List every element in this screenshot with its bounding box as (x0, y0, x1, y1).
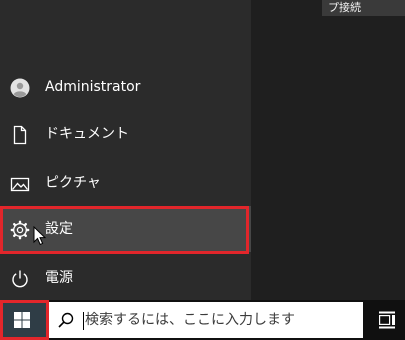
search-icon (58, 312, 74, 328)
start-menu: Administrator ドキュメント ピクチャ 設定 電源 (0, 0, 251, 300)
pictures-icon (10, 174, 30, 194)
menu-item-label: ドキュメント (45, 126, 129, 142)
menu-item-label: ピクチャ (45, 175, 101, 191)
text-caret (83, 312, 84, 330)
start-menu-item-documents[interactable]: ドキュメント (0, 111, 251, 157)
taskbar-search-box[interactable]: 検索するには、ここに入力します (48, 302, 363, 338)
desktop-background (251, 0, 405, 300)
user-avatar-icon (10, 78, 30, 98)
windows-logo-icon (14, 312, 30, 328)
search-placeholder: 検索するには、ここに入力します (85, 312, 295, 328)
task-view-icon (379, 311, 395, 329)
power-icon (10, 269, 30, 289)
menu-item-label: 設定 (45, 221, 73, 237)
start-button[interactable] (0, 300, 48, 340)
gear-icon (10, 220, 30, 240)
task-view-button[interactable] (368, 300, 405, 340)
start-menu-item-administrator[interactable]: Administrator (0, 64, 251, 110)
start-menu-item-pictures[interactable]: ピクチャ (0, 160, 251, 206)
taskbar: 検索するには、ここに入力します (0, 300, 405, 340)
mouse-cursor-icon (33, 226, 47, 246)
remote-connection-label[interactable]: プ接続 (322, 0, 405, 16)
menu-item-label: 電源 (45, 270, 73, 286)
document-icon (10, 125, 30, 145)
start-menu-item-power[interactable]: 電源 (0, 255, 251, 301)
menu-item-label: Administrator (45, 79, 141, 95)
